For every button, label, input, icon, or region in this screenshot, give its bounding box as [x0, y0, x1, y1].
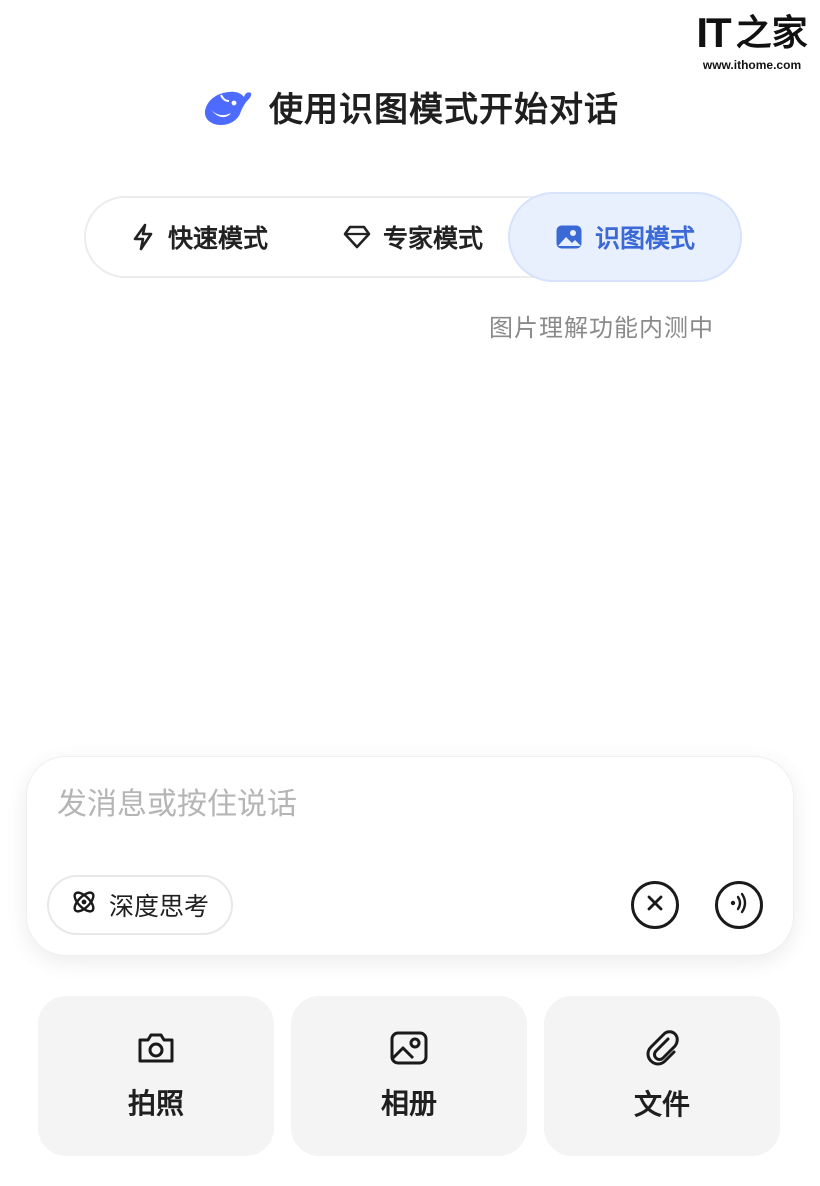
voice-button[interactable]: [715, 881, 763, 929]
paperclip-icon: [644, 1029, 680, 1067]
deep-think-button[interactable]: 深度思考: [47, 875, 234, 935]
mode-tab-expert[interactable]: 专家模式: [318, 198, 508, 276]
image-icon: [555, 224, 583, 250]
lightning-icon: [130, 223, 156, 251]
gem-icon: [343, 224, 371, 250]
atom-icon: [69, 887, 99, 923]
message-input[interactable]: [57, 787, 657, 822]
watermark-logo: IT 之家: [696, 12, 807, 54]
clear-button[interactable]: [631, 881, 679, 929]
voice-icon: [726, 892, 752, 918]
page-header: 使用识图模式开始对话: [0, 82, 820, 131]
mode-tab-expert-label: 专家模式: [382, 224, 483, 253]
page-title: 使用识图模式开始对话: [269, 90, 619, 130]
file-label: 文件: [633, 1088, 690, 1121]
whale-logo-icon: [201, 87, 253, 127]
close-icon: [646, 894, 664, 916]
file-button[interactable]: 文件: [544, 996, 780, 1156]
album-button[interactable]: 相册: [291, 996, 527, 1156]
watermark-brand-cn: 之家: [735, 12, 808, 54]
camera-icon: [136, 1030, 176, 1066]
message-composer: 深度思考: [26, 756, 794, 956]
album-icon: [389, 1030, 429, 1066]
watermark-url: www.ithome.com: [702, 58, 802, 72]
mode-tab-fast-label: 快速模式: [167, 224, 268, 253]
ithome-watermark: IT 之家 www.ithome.com: [696, 12, 808, 73]
mode-tab-fast[interactable]: 快速模式: [104, 198, 294, 276]
watermark-brand: IT: [696, 9, 731, 56]
camera-button[interactable]: 拍照: [38, 996, 274, 1156]
deep-think-label: 深度思考: [109, 892, 210, 921]
mode-tab-vision[interactable]: 识图模式: [508, 192, 742, 282]
camera-label: 拍照: [127, 1087, 184, 1120]
mode-tab-vision-label: 识图模式: [594, 224, 695, 253]
album-label: 相册: [380, 1087, 437, 1120]
mode-selector: 快速模式 专家模式 识图模式: [84, 192, 742, 282]
beta-notice: 图片理解功能内测中: [489, 314, 714, 342]
